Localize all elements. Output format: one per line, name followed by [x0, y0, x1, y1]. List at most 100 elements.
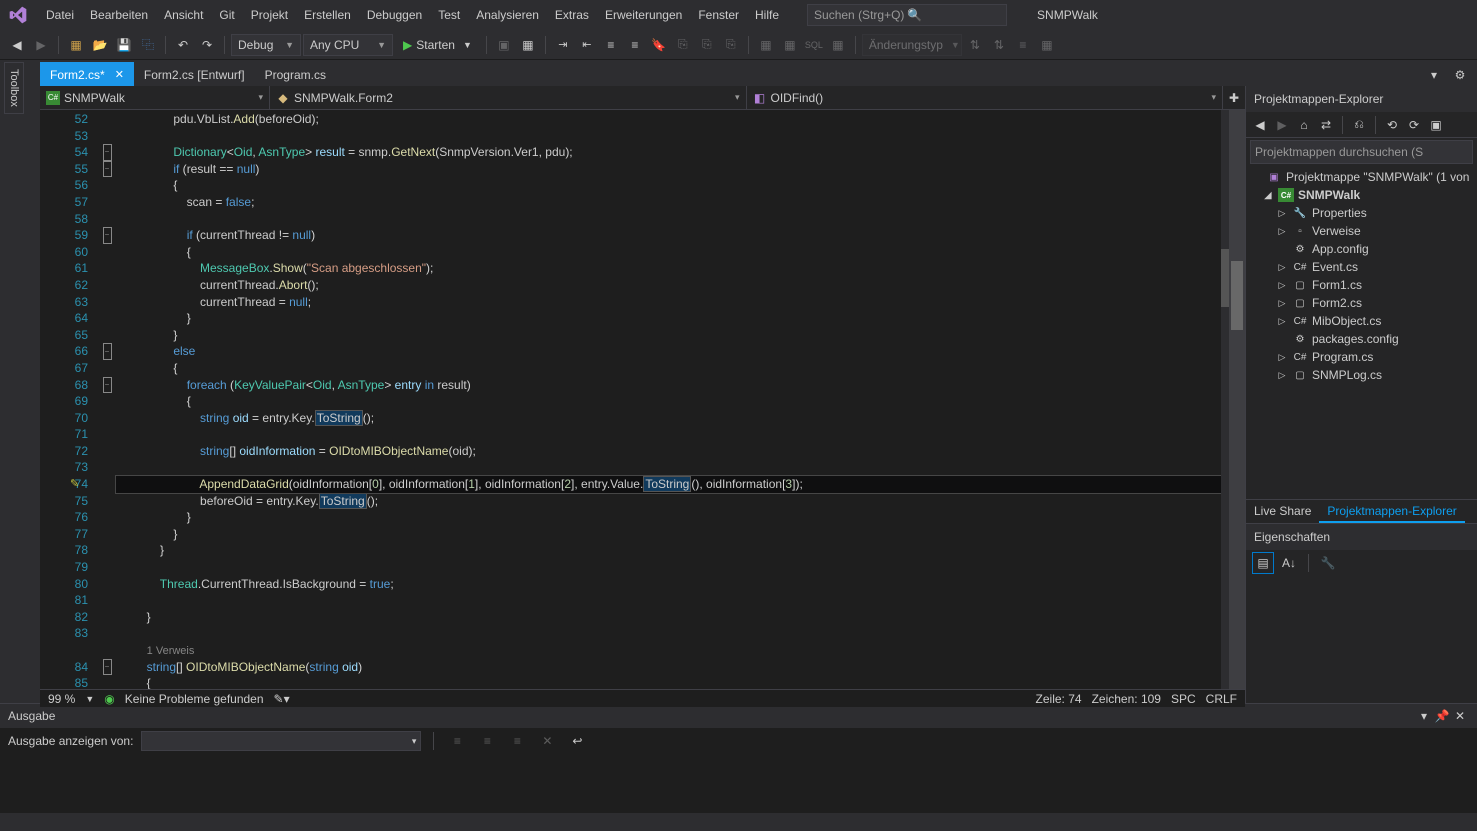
- step-icon[interactable]: ⇤: [576, 34, 598, 56]
- sql-icon[interactable]: SQL: [803, 34, 825, 56]
- tool-icon[interactable]: ⎘: [696, 34, 718, 56]
- grid-icon[interactable]: ▦: [779, 34, 801, 56]
- tree-item[interactable]: ▷▫Verweise: [1246, 222, 1477, 240]
- tool-icon[interactable]: ▦: [1036, 34, 1058, 56]
- col-indicator[interactable]: Zeichen: 109: [1092, 692, 1161, 706]
- grid-icon[interactable]: ▦: [755, 34, 777, 56]
- document-tab[interactable]: Form2.cs*✕: [40, 62, 134, 86]
- zoom-level[interactable]: 99 %: [48, 692, 75, 706]
- menu-bearbeiten[interactable]: Bearbeiten: [82, 4, 156, 26]
- tree-item[interactable]: ▷C#Program.cs: [1246, 348, 1477, 366]
- explorer-search-input[interactable]: Projektmappen durchsuchen (S: [1250, 140, 1473, 164]
- menu-erstellen[interactable]: Erstellen: [296, 4, 359, 26]
- save-icon[interactable]: 💾: [113, 34, 135, 56]
- tool-icon[interactable]: ⎘: [720, 34, 742, 56]
- tab-dropdown-icon[interactable]: ▾: [1423, 64, 1445, 86]
- project-node[interactable]: ◢C#SNMPWalk: [1246, 186, 1477, 204]
- tree-item[interactable]: ▷🔧Properties: [1246, 204, 1477, 222]
- menu-ansicht[interactable]: Ansicht: [156, 4, 211, 26]
- tree-item[interactable]: ⚙packages.config: [1246, 330, 1477, 348]
- nav-class-select[interactable]: ◆SNMPWalk.Form2▾: [270, 86, 747, 109]
- tool-icon[interactable]: ⇅: [988, 34, 1010, 56]
- wrap-icon[interactable]: ↩: [566, 730, 588, 752]
- nav-fwd-icon[interactable]: ▶: [30, 34, 52, 56]
- tree-item[interactable]: ▷C#Event.cs: [1246, 258, 1477, 276]
- overview-ruler[interactable]: [1221, 110, 1229, 689]
- menu-projekt[interactable]: Projekt: [243, 4, 296, 26]
- menu-git[interactable]: Git: [211, 4, 242, 26]
- start-debug-button[interactable]: ▶Starten▼: [395, 34, 480, 56]
- tool-icon[interactable]: ≡: [1012, 34, 1034, 56]
- problems-status[interactable]: Keine Probleme gefunden: [125, 692, 264, 706]
- open-icon[interactable]: 📂: [89, 34, 111, 56]
- new-project-icon[interactable]: ▦: [65, 34, 87, 56]
- tool-icon[interactable]: ▦: [827, 34, 849, 56]
- quickaction-icon[interactable]: ✎: [70, 476, 84, 490]
- bookmark-icon[interactable]: 🔖: [648, 34, 670, 56]
- config-select[interactable]: Debug▼: [231, 34, 301, 56]
- menu-hilfe[interactable]: Hilfe: [747, 4, 787, 26]
- menu-extras[interactable]: Extras: [547, 4, 597, 26]
- back-icon[interactable]: ◀: [1250, 115, 1270, 135]
- solution-node[interactable]: ▣Projektmappe "SNMPWalk" (1 von: [1246, 168, 1477, 186]
- step-icon[interactable]: ⇥: [552, 34, 574, 56]
- document-tab[interactable]: Form2.cs [Entwurf]: [134, 62, 255, 86]
- vertical-scrollbar[interactable]: [1229, 110, 1245, 689]
- platform-select[interactable]: Any CPU▼: [303, 34, 393, 56]
- tool-icon[interactable]: ⇅: [964, 34, 986, 56]
- nav-project-select[interactable]: C#SNMPWalk▾: [40, 86, 270, 109]
- home-icon[interactable]: ⌂: [1294, 115, 1314, 135]
- tree-item[interactable]: ▷▢Form1.cs: [1246, 276, 1477, 294]
- tree-item[interactable]: ▷▢Form2.cs: [1246, 294, 1477, 312]
- tree-item[interactable]: ⚙App.config: [1246, 240, 1477, 258]
- line-indicator[interactable]: Zeile: 74: [1036, 692, 1082, 706]
- tab-solution-explorer[interactable]: Projektmappen-Explorer: [1319, 500, 1464, 523]
- output-source-select[interactable]: ▾: [141, 731, 421, 751]
- quick-search-input[interactable]: Suchen (Strg+Q) 🔍: [807, 4, 1007, 26]
- tree-item[interactable]: ▷C#MibObject.cs: [1246, 312, 1477, 330]
- menu-debuggen[interactable]: Debuggen: [359, 4, 430, 26]
- insert-mode[interactable]: SPC: [1171, 692, 1196, 706]
- document-tab[interactable]: Program.cs: [255, 62, 336, 86]
- pencil-icon[interactable]: ✎▾: [274, 692, 290, 706]
- menu-datei[interactable]: Datei: [38, 4, 82, 26]
- indent-icon[interactable]: ≡: [600, 34, 622, 56]
- outdent-icon[interactable]: ≡: [624, 34, 646, 56]
- nav-member-select[interactable]: ◧OIDFind()▾: [747, 86, 1224, 109]
- fwd-icon[interactable]: ▶: [1272, 115, 1292, 135]
- categorized-icon[interactable]: ▤: [1252, 552, 1274, 574]
- menu-erweiterungen[interactable]: Erweiterungen: [597, 4, 690, 26]
- menu-fenster[interactable]: Fenster: [690, 4, 747, 26]
- solution-tree[interactable]: ▣Projektmappe "SNMPWalk" (1 von ◢C#SNMPW…: [1246, 166, 1477, 499]
- switch-icon[interactable]: ⇄: [1316, 115, 1336, 135]
- filter-icon[interactable]: ⎌: [1349, 115, 1369, 135]
- refresh-icon[interactable]: ⟳: [1404, 115, 1424, 135]
- dropdown-icon[interactable]: ▾: [1415, 709, 1433, 723]
- toolbox-side-tab[interactable]: Toolbox: [4, 62, 24, 114]
- undo-icon[interactable]: ↶: [172, 34, 194, 56]
- changes-select[interactable]: Änderungstyp▼: [862, 34, 962, 56]
- collapse-icon[interactable]: ▣: [1426, 115, 1446, 135]
- redo-icon[interactable]: ↷: [196, 34, 218, 56]
- code-editor[interactable]: 5253545556575859606162636465666768697071…: [40, 110, 1245, 689]
- tool-icon[interactable]: ≡: [476, 730, 498, 752]
- tab-live-share[interactable]: Live Share: [1246, 500, 1319, 523]
- fold-gutter[interactable]: −−−−−−: [98, 110, 116, 689]
- menu-test[interactable]: Test: [430, 4, 468, 26]
- split-icon[interactable]: ✚: [1223, 86, 1245, 109]
- tool-icon[interactable]: ≡: [506, 730, 528, 752]
- tab-settings-icon[interactable]: ⚙: [1449, 64, 1471, 86]
- save-all-icon[interactable]: ⿻: [137, 34, 159, 56]
- nav-back-icon[interactable]: ◀: [6, 34, 28, 56]
- tool-icon[interactable]: ≡: [446, 730, 468, 752]
- eol-mode[interactable]: CRLF: [1206, 692, 1237, 706]
- alpha-icon[interactable]: A↓: [1278, 552, 1300, 574]
- tree-item[interactable]: ▷▢SNMPLog.cs: [1246, 366, 1477, 384]
- tool-icon[interactable]: ▣: [493, 34, 515, 56]
- menu-analysieren[interactable]: Analysieren: [468, 4, 547, 26]
- sync-icon[interactable]: ⟲: [1382, 115, 1402, 135]
- tool-icon[interactable]: ▦: [517, 34, 539, 56]
- tool-icon[interactable]: ⎘: [672, 34, 694, 56]
- clear-icon[interactable]: ✕: [536, 730, 558, 752]
- props-icon[interactable]: 🔧: [1317, 552, 1339, 574]
